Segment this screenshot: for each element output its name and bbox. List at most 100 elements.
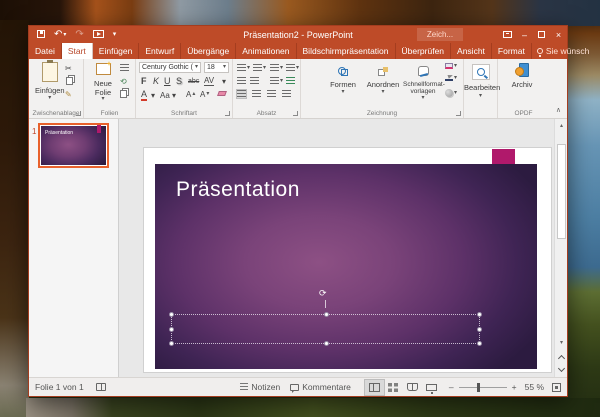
resize-handle-bottom-left[interactable]	[169, 341, 174, 346]
tab-entwurf[interactable]: Entwurf	[139, 43, 181, 59]
tab-animationen[interactable]: Animationen	[236, 43, 296, 59]
editing-button[interactable]	[472, 64, 490, 80]
slide-page[interactable]: Präsentation ⟳	[143, 147, 552, 373]
collapse-ribbon-button[interactable]: ∧	[556, 106, 561, 114]
cut-button[interactable]: ✂	[65, 64, 72, 73]
comments-button[interactable]: Kommentare	[290, 382, 351, 392]
dialog-launcher-icon[interactable]	[456, 111, 461, 116]
slide-counter[interactable]: Folie 1 von 1	[35, 382, 84, 392]
tell-me-box[interactable]: Sie wünsch	[532, 43, 594, 59]
indent-increase-button[interactable]	[250, 77, 259, 85]
copy-button[interactable]	[66, 77, 73, 85]
save-button[interactable]	[37, 30, 45, 40]
next-slide-button[interactable]	[555, 364, 568, 375]
normal-view-button[interactable]	[365, 380, 384, 395]
font-color-dropdown-icon[interactable]: ▾	[151, 93, 155, 98]
tab-einfuegen[interactable]: Einfügen	[93, 43, 140, 59]
change-case-button[interactable]: Aa	[160, 91, 170, 100]
rotate-handle[interactable]: ⟳	[319, 288, 327, 299]
shape-effects-button[interactable]: ▾	[445, 89, 457, 97]
customize-qat-button[interactable]: ▾	[113, 30, 117, 40]
spell-check-button[interactable]	[96, 383, 106, 391]
dialog-launcher-icon[interactable]	[293, 111, 298, 116]
resize-handle-top-middle[interactable]	[324, 312, 329, 317]
tab-format[interactable]: Format	[492, 43, 532, 59]
change-case-dropdown-icon[interactable]: ▾	[172, 93, 176, 98]
slide-title-text[interactable]: Präsentation	[176, 178, 300, 202]
font-color-button[interactable]: A	[141, 90, 147, 101]
tab-datei[interactable]: Datei	[29, 43, 62, 59]
font-size-combo[interactable]: 18 ▾	[204, 62, 229, 73]
shrink-font-button[interactable]: A▾	[200, 90, 209, 99]
notes-button[interactable]: Notizen	[240, 382, 280, 392]
scrollbar-thumb[interactable]	[557, 144, 566, 239]
grow-font-button[interactable]: A▴	[186, 90, 195, 99]
bullets-button[interactable]: ▾	[237, 64, 250, 72]
resize-handle-middle-left[interactable]	[169, 327, 174, 332]
underline-button[interactable]: U	[164, 76, 171, 86]
section-button[interactable]	[120, 90, 127, 98]
quick-styles-button[interactable]: Schnellformat-vorlagen ▾	[403, 63, 443, 101]
shapes-button[interactable]: Formen ▾	[325, 63, 361, 95]
paste-button[interactable]: Einfügen ▾	[35, 62, 65, 101]
align-text-button[interactable]: ▾	[270, 77, 283, 85]
reset-button[interactable]: ⟲	[120, 77, 127, 86]
line-spacing-button[interactable]: ▾	[270, 64, 283, 72]
archiv-button[interactable]: Archiv	[504, 63, 540, 90]
tab-start[interactable]: Start	[62, 43, 93, 59]
align-right-button[interactable]	[267, 90, 276, 98]
dialog-launcher-icon[interactable]	[76, 111, 81, 116]
slideshow-view-button[interactable]	[422, 380, 441, 395]
format-painter-button[interactable]: ✎	[65, 90, 72, 99]
start-slideshow-button[interactable]	[93, 30, 104, 40]
scroll-down-button[interactable]: ▾	[555, 337, 568, 348]
spacing-dropdown-icon[interactable]: ▾	[222, 79, 226, 84]
zoom-level[interactable]: 55 %	[525, 382, 544, 392]
fit-to-window-button[interactable]	[552, 383, 561, 392]
resize-handle-top-right[interactable]	[477, 312, 482, 317]
slide-surface[interactable]: Präsentation ⟳	[155, 164, 537, 369]
resize-handle-bottom-right[interactable]	[477, 341, 482, 346]
redo-button[interactable]: ↷	[75, 30, 83, 40]
previous-slide-button[interactable]	[555, 351, 568, 362]
text-shadow-button[interactable]: S	[176, 76, 182, 86]
ribbon-display-options-button[interactable]	[499, 26, 516, 43]
minimize-button[interactable]: –	[516, 26, 533, 43]
undo-button[interactable]: ↶ ▾	[54, 30, 66, 40]
tab-ueberpruefen[interactable]: Überprüfen	[396, 43, 452, 59]
tab-bildschirmpraesentation[interactable]: Bildschirmpräsentation	[297, 43, 396, 59]
subtitle-placeholder[interactable]	[171, 314, 480, 344]
layout-button[interactable]	[120, 64, 129, 72]
zoom-slider[interactable]	[459, 387, 507, 388]
character-spacing-button[interactable]: AV	[204, 76, 214, 86]
tab-ansicht[interactable]: Ansicht	[451, 43, 492, 59]
strikethrough-button[interactable]: abc	[188, 78, 199, 85]
font-name-combo[interactable]: Century Gothic ( ▾	[139, 62, 201, 73]
resize-handle-bottom-middle[interactable]	[324, 341, 329, 346]
account-name[interactable]: Christian...	[594, 43, 600, 59]
indent-decrease-button[interactable]	[237, 77, 246, 85]
slide-thumbnail[interactable]: Präsentation	[38, 123, 109, 168]
new-slide-button[interactable]: Neue Folie ▾	[88, 62, 118, 102]
slide-sorter-view-button[interactable]	[384, 380, 403, 395]
dialog-launcher-icon[interactable]	[225, 111, 230, 116]
numbering-button[interactable]: ▾	[253, 64, 266, 72]
align-center-button[interactable]	[252, 90, 261, 98]
align-left-button[interactable]	[237, 90, 246, 98]
shape-outline-button[interactable]: ▾	[445, 76, 457, 81]
reading-view-button[interactable]	[403, 380, 422, 395]
shape-fill-button[interactable]: ▾	[445, 63, 457, 69]
resize-handle-middle-right[interactable]	[477, 327, 482, 332]
maximize-button[interactable]	[533, 26, 550, 43]
zoom-out-button[interactable]: –	[449, 382, 454, 392]
close-button[interactable]: ×	[550, 26, 567, 43]
zoom-slider-thumb[interactable]	[477, 383, 480, 392]
tab-uebergaenge[interactable]: Übergänge	[181, 43, 236, 59]
clear-formatting-button[interactable]	[218, 91, 226, 96]
columns-button[interactable]: ▾	[286, 64, 299, 72]
scroll-up-button[interactable]: ▴	[555, 120, 568, 131]
convert-smartart-button[interactable]	[286, 77, 295, 85]
arrange-button[interactable]: Anordnen ▾	[363, 63, 403, 95]
resize-handle-top-left[interactable]	[169, 312, 174, 317]
bold-button[interactable]: F	[141, 76, 147, 86]
